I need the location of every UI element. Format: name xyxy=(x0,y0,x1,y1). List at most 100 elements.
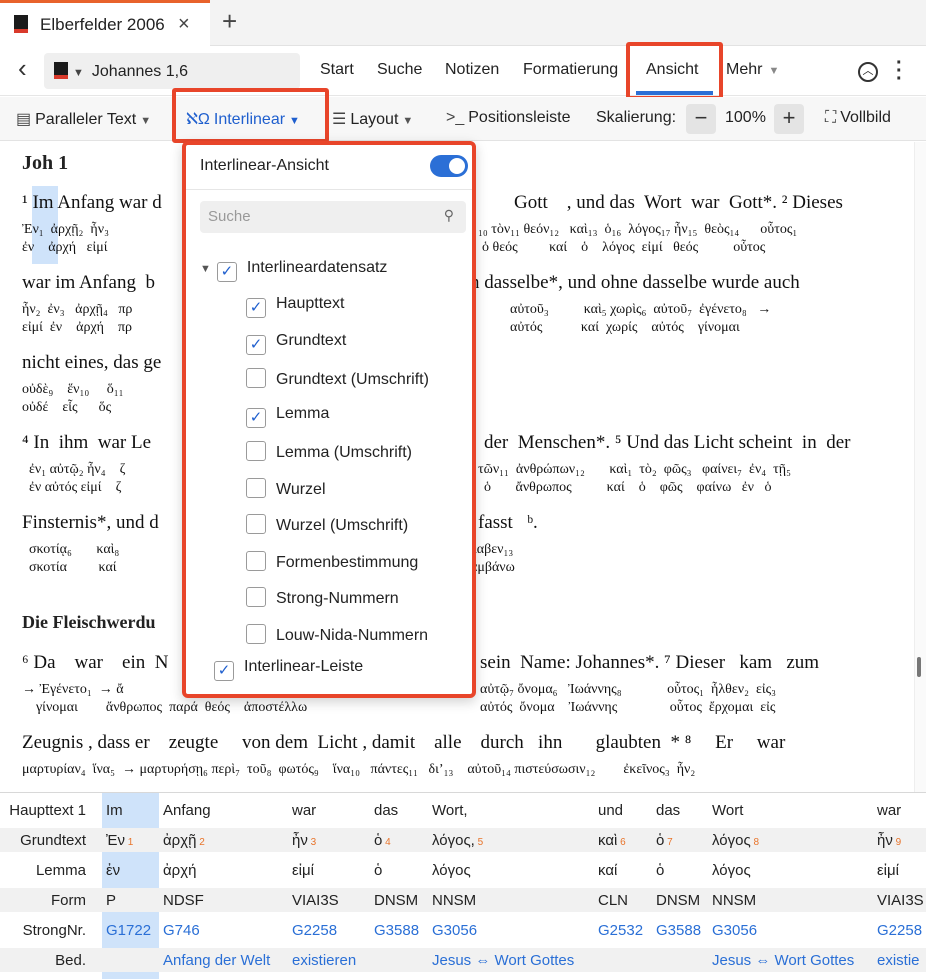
checkbox[interactable] xyxy=(246,441,266,461)
option-strong-nummern[interactable]: Strong-Nummern xyxy=(246,587,399,608)
layout-button[interactable]: ☰ Layout ▼ xyxy=(332,109,413,129)
interlinear-view-toggle[interactable] xyxy=(430,155,468,177)
checkbox[interactable]: ✓ xyxy=(246,334,266,355)
ibar-cell[interactable]: G3056 xyxy=(432,922,477,939)
tab-elberfelder[interactable]: Elberfelder 2006 × xyxy=(0,0,210,46)
chevron-down-icon: ▼ xyxy=(73,67,84,79)
checkbox[interactable]: ✓ xyxy=(216,262,237,282)
verse-line: Finsternis*, und d xyxy=(22,512,159,533)
close-tab-icon[interactable]: × xyxy=(178,13,190,36)
word-number: 6 xyxy=(617,837,626,848)
highlight-frame-ansicht xyxy=(626,42,723,100)
ibar-cell[interactable]: Jesus ⇔ Wort Gottes xyxy=(712,952,854,969)
ibar-cell[interactable]: G1722 xyxy=(106,922,151,939)
parallel-text-button[interactable]: ▤ Paralleler Text ▼ xyxy=(16,109,151,129)
verse-line: ¹ Im Anfang war d xyxy=(22,192,162,213)
ibar-cell[interactable]: G2532 xyxy=(598,922,643,939)
checkbox[interactable]: ✓ xyxy=(246,298,266,318)
fullscreen-icon: ⛶ xyxy=(825,109,837,126)
ibar-cell: καί xyxy=(598,862,618,879)
ibar-cell: ὁ xyxy=(374,862,383,879)
reference-selector[interactable]: ▼ Johannes 1,6 xyxy=(44,53,300,89)
ibar-cell: εἰμί xyxy=(292,862,314,879)
ibar-cell: ἀρχῇ 2 xyxy=(163,832,205,849)
ibar-cell[interactable]: Jesus ⇔ Wort Gottes xyxy=(432,952,574,969)
word-number: 7 xyxy=(664,837,673,848)
ibar-row-label: Grundtext xyxy=(20,832,86,849)
option-wurzel[interactable]: Wurzel xyxy=(246,477,326,499)
option-grundtext[interactable]: ✓ Grundtext xyxy=(246,332,346,355)
option-label: Lemma xyxy=(276,404,330,422)
zoom-out-button[interactable]: − xyxy=(686,104,716,134)
new-tab-button[interactable]: + xyxy=(222,6,237,37)
checkbox[interactable] xyxy=(246,587,266,607)
checkbox[interactable]: ✓ xyxy=(214,661,234,681)
nav-start[interactable]: Start xyxy=(320,61,354,79)
greek-line-right: ₁₀ τὸν₁₁ θεόν₁₂ καὶ₁₃ ὁ₁₆ λόγος₁₇ ἦν₁₅ θ… xyxy=(478,222,798,237)
bible-book-icon xyxy=(54,62,68,79)
nav-formatierung[interactable]: Formatierung xyxy=(523,61,618,79)
ibar-cell: NDSF xyxy=(163,892,204,909)
ibar-cell[interactable]: G3588 xyxy=(656,922,701,939)
ibar-cell[interactable]: Anfang der Welt xyxy=(163,952,270,969)
zoom-in-button[interactable]: + xyxy=(774,104,804,134)
greek-line: ἦν₂ ἐν₃ ἀρχῇ₄ πρ xyxy=(22,302,133,317)
checkbox[interactable] xyxy=(246,514,266,534)
group-interlinear-dataset[interactable]: ▼ ✓ Interlineardatensatz xyxy=(200,259,387,282)
ibar-cell[interactable]: G2258 xyxy=(877,922,922,939)
option-grundtext-umschrift[interactable]: Grundtext (Umschrift) xyxy=(246,368,429,389)
highlight-frame-interlinear xyxy=(172,88,329,143)
position-bar-button[interactable]: >_ Positionsleiste xyxy=(446,109,571,127)
checkbox[interactable] xyxy=(246,477,266,498)
reference-text: Johannes 1,6 xyxy=(91,63,188,80)
checkbox[interactable] xyxy=(246,550,266,571)
interlinear-view-label: Interlinear-Ansicht xyxy=(200,157,329,174)
ibar-cell[interactable]: existie xyxy=(877,952,920,969)
option-louw-nida-nummern[interactable]: Louw-Nida-Nummern xyxy=(246,623,428,645)
ibar-cell[interactable]: existieren xyxy=(292,952,356,969)
verse-line-right: fasst ᵇ. xyxy=(478,512,538,533)
collapse-up-icon[interactable]: ︿ xyxy=(858,62,878,82)
nav-mehr-label: Mehr xyxy=(726,61,763,78)
ibar-cell: das xyxy=(656,802,681,819)
interlinear-bar-option[interactable]: ✓ Interlinear-Leiste xyxy=(214,658,363,681)
ibar-cell: ἀρχή xyxy=(163,862,197,879)
checkbox[interactable] xyxy=(246,623,266,644)
option-wurzel-umschrift[interactable]: Wurzel (Umschrift) xyxy=(246,514,408,535)
ibar-cell[interactable]: G3056 xyxy=(712,922,757,939)
chevron-down-icon: ▼ xyxy=(402,115,414,127)
lemma-line-right: αμβάνω xyxy=(470,560,515,575)
ibar-cell: καὶ 6 xyxy=(598,832,626,849)
option-lemma-umschrift[interactable]: Lemma (Umschrift) xyxy=(246,441,412,462)
back-icon[interactable]: ‹ xyxy=(18,53,27,84)
fullscreen-button[interactable]: ⛶ Vollbild xyxy=(825,109,891,127)
greek-line-right: αὐτῷ₇ ὄνομα₆ Ἰωάννης₈ οὗτος₁ ἦλθεν₂ εἰς₃ xyxy=(480,682,777,697)
ibar-cell[interactable]: G746 xyxy=(163,922,200,939)
option-formenbestimmung[interactable]: Formenbestimmung xyxy=(246,550,418,572)
chapter-heading: Joh 1 xyxy=(22,152,69,174)
more-vert-icon[interactable]: · · · xyxy=(896,53,903,89)
scrollbar[interactable] xyxy=(914,142,926,792)
scrollbar-thumb[interactable] xyxy=(917,657,921,677)
group-label: Interlineardatensatz xyxy=(246,259,388,276)
word-number: 8 xyxy=(750,837,760,848)
lemma-line: οὐδέ εἷς ὅς xyxy=(22,400,112,415)
add-document-icon: ▤ xyxy=(16,111,32,128)
nav-mehr[interactable]: Mehr ▼ xyxy=(726,61,779,79)
nav-suche[interactable]: Suche xyxy=(377,61,422,79)
option-haupttext[interactable]: ✓ Haupttext xyxy=(246,295,344,318)
ibar-cell: Anfang xyxy=(163,802,211,819)
ibar-cell: λόγος xyxy=(712,862,751,879)
ibar-cell[interactable]: G3588 xyxy=(374,922,419,939)
option-lemma[interactable]: ✓ Lemma xyxy=(246,405,329,428)
position-icon: >_ xyxy=(446,109,465,126)
checkbox[interactable]: ✓ xyxy=(246,407,266,428)
ibar-row-lemma: Lemma ἐν ἀρχή εἰμί ὁ λόγος καί ὁ λόγος εἰμί xyxy=(0,858,926,882)
nav-notizen[interactable]: Notizen xyxy=(445,61,499,79)
verse-line: Zeugnis , dass er zeugte von dem Licht ,… xyxy=(22,732,786,753)
ibar-cell: Im xyxy=(106,802,123,819)
checkbox[interactable] xyxy=(246,368,266,388)
dropdown-search-input[interactable]: Suche ⚲ xyxy=(200,201,466,233)
tab-title: Elberfelder 2006 xyxy=(40,15,165,34)
ibar-cell[interactable]: G2258 xyxy=(292,922,337,939)
